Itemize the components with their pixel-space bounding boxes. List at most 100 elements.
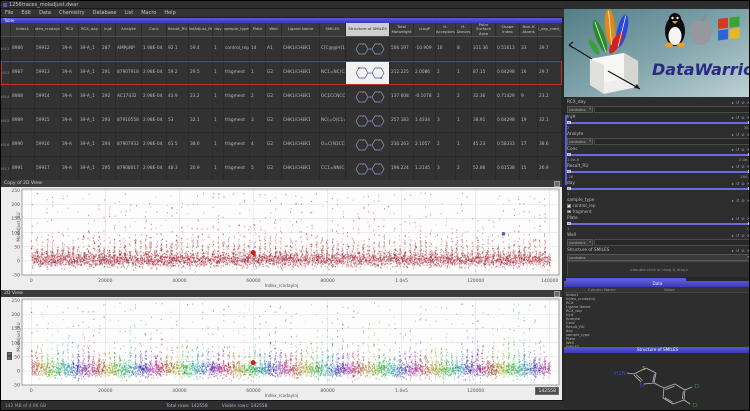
filter-close-icon[interactable]: ✕ xyxy=(747,132,750,137)
operator-dropdown[interactable]: contains▾ xyxy=(567,239,593,246)
filter-close-icon[interactable]: ✕ xyxy=(747,233,750,238)
filter-disable-icon[interactable]: ⊘ xyxy=(741,248,744,253)
checkbox-control_rep[interactable]: ✓ xyxy=(567,204,571,208)
filter-disable-icon[interactable]: ⊘ xyxy=(741,115,744,120)
column-header-structure-of-smiles[interactable]: Structure of SMILES xyxy=(346,23,390,36)
scatter-plot-canvas-bottom[interactable] xyxy=(1,297,562,400)
table-row[interactable]: 5991689905991639-A39-A_1294879079322.98E… xyxy=(1,133,562,157)
table-row[interactable]: 5991489885991439-A39-A_1292AC174322.98E-… xyxy=(1,85,562,109)
filter-reset-icon[interactable]: ↺ xyxy=(736,248,739,253)
filter-disable-icon[interactable]: ⊘ xyxy=(741,164,744,169)
column-header-inj-[interactable]: Inj# xyxy=(101,23,116,36)
filter-reset-icon[interactable]: ↺ xyxy=(736,233,739,238)
range-slider[interactable] xyxy=(567,186,750,191)
column-header-shape-index[interactable]: Shape Index xyxy=(496,23,520,36)
range-slider[interactable] xyxy=(567,221,750,226)
slider-handle-min[interactable] xyxy=(567,121,571,125)
menu-item-database[interactable]: Database xyxy=(93,10,117,16)
filter-reset-icon[interactable]: ↺ xyxy=(736,164,739,169)
operator-dropdown[interactable]: contains▾ xyxy=(567,138,593,145)
filter-animate-icon[interactable]: ▸ xyxy=(732,248,734,253)
filter-animate-icon[interactable]: ▸ xyxy=(732,181,734,186)
filter-reset-icon[interactable]: ↺ xyxy=(736,216,739,221)
filter-animate-icon[interactable]: ▸ xyxy=(732,216,734,221)
menu-item-help[interactable]: Help xyxy=(164,10,175,16)
slider-handle-min[interactable] xyxy=(567,222,571,226)
row-gutter-header[interactable] xyxy=(1,23,11,36)
filter-disable-icon[interactable]: ⊘ xyxy=(741,198,744,203)
filter-text-input[interactable] xyxy=(594,138,750,145)
filter-disable-icon[interactable]: ⊘ xyxy=(741,100,744,105)
range-slider[interactable] xyxy=(567,169,750,174)
menu-item-list[interactable]: List xyxy=(124,10,133,16)
filter-animate-icon[interactable]: ▸ xyxy=(732,115,734,120)
column-header-result-ru[interactable]: Result_RU xyxy=(167,23,189,36)
column-header-rcx-day-med-dev[interactable]: RCX_day_med_dev xyxy=(538,23,562,36)
slider-handle-min[interactable] xyxy=(567,153,571,157)
filter-animate-icon[interactable]: ▸ xyxy=(732,233,734,238)
column-header-index-rcxdayinj[interactable]: Index_rcxdayinj xyxy=(35,23,61,36)
filter-close-icon[interactable]: ✕ xyxy=(747,115,750,120)
range-slider[interactable] xyxy=(567,152,750,157)
filter-animate-icon[interactable]: ▸ xyxy=(732,100,734,105)
table-view-header[interactable]: Table xyxy=(1,18,562,23)
range-slider[interactable] xyxy=(567,120,750,125)
filter-close-icon[interactable]: ✕ xyxy=(747,248,750,253)
menu-item-edit[interactable]: Edit xyxy=(21,10,31,16)
filter-disable-icon[interactable]: ⊘ xyxy=(741,216,744,221)
column-header-smiles[interactable]: SMILES xyxy=(320,23,346,36)
filter-reset-icon[interactable]: ↺ xyxy=(736,147,739,152)
filter-disable-icon[interactable]: ⊘ xyxy=(741,233,744,238)
column-header-moladjust-ru[interactable]: MolAdjust_RU xyxy=(189,23,213,36)
column-header-non-h-atoms[interactable]: Non-H Atoms xyxy=(520,23,538,36)
column-header-index1[interactable]: Index1 xyxy=(11,23,35,36)
table-row[interactable]: 5991389875991339-A39-A_1291879079182.98E… xyxy=(1,61,562,85)
filter-close-icon[interactable]: ✕ xyxy=(747,216,750,221)
column-header-rcx[interactable]: RCX xyxy=(61,23,79,36)
filter-disable-icon[interactable]: ⊘ xyxy=(741,181,744,186)
filter-close-icon[interactable]: ✕ xyxy=(747,100,750,105)
operator-dropdown[interactable]: contains▾ xyxy=(567,106,593,113)
table-row[interactable]: 5991789915991739-A39-A_1295879080172.98E… xyxy=(1,157,562,181)
column-header-ligand-name[interactable]: Ligand Name xyxy=(282,23,320,36)
menu-item-chemistry[interactable]: Chemistry xyxy=(59,10,85,16)
operator-dropdown[interactable]: contains▾ xyxy=(567,254,750,261)
filter-reset-icon[interactable]: ↺ xyxy=(736,132,739,137)
filter-close-icon[interactable]: ✕ xyxy=(747,164,750,169)
filter-disable-icon[interactable]: ⊘ xyxy=(741,147,744,152)
column-header-sample-type[interactable]: sample_type xyxy=(224,23,250,36)
filter-close-icon[interactable]: ✕ xyxy=(747,147,750,152)
column-header-analyte[interactable]: Analyte xyxy=(116,23,142,36)
filter-close-icon[interactable]: ✕ xyxy=(747,198,750,203)
filter-animate-icon[interactable]: ▸ xyxy=(732,147,734,152)
column-header-clogp[interactable]: cLogP xyxy=(414,23,436,36)
table-row[interactable]: 5991289865991239-A39-A_1287AMPpNP1.98E-0… xyxy=(1,37,562,61)
column-header-rcx-day[interactable]: RCX_day xyxy=(79,23,101,36)
column-header-well[interactable]: Well xyxy=(266,23,282,36)
slider-handle-min[interactable] xyxy=(567,187,571,191)
structure-drop-area[interactable]: <double-click or drag & drop> xyxy=(567,261,750,277)
menu-item-file[interactable]: File xyxy=(5,10,13,16)
filter-disable-icon[interactable]: ⊘ xyxy=(741,132,744,137)
filter-text-input[interactable] xyxy=(594,106,750,113)
chart0-header[interactable]: Copy of 2D View xyxy=(1,180,562,187)
scatter-plot-canvas-top[interactable] xyxy=(1,187,562,290)
column-header-h-acceptors[interactable]: H-Acceptors xyxy=(436,23,456,36)
menu-item-data[interactable]: Data xyxy=(39,10,51,16)
filter-animate-icon[interactable]: ▸ xyxy=(732,198,734,203)
filter-text-input[interactable] xyxy=(594,239,750,246)
filter-reset-icon[interactable]: ↺ xyxy=(736,115,739,120)
menu-item-macro[interactable]: Macro xyxy=(141,10,156,16)
filter-animate-icon[interactable]: ▸ xyxy=(732,164,734,169)
filter-reset-icon[interactable]: ↺ xyxy=(736,198,739,203)
filter-close-icon[interactable]: ✕ xyxy=(747,181,750,186)
table-row[interactable]: 5991589895991539-A39-A_1293879105582.98E… xyxy=(1,109,562,133)
checkbox-fragment[interactable]: ✓ xyxy=(567,210,571,214)
filter-reset-icon[interactable]: ↺ xyxy=(736,100,739,105)
filter-animate-icon[interactable]: ▸ xyxy=(732,132,734,137)
chart1-header[interactable]: 2D View xyxy=(1,290,562,297)
column-header-h-donors[interactable]: H-Donors xyxy=(456,23,472,36)
column-header-total-molweight[interactable]: Total Molweight xyxy=(390,23,414,36)
column-header-conc[interactable]: Conc xyxy=(142,23,167,36)
filter-reset-icon[interactable]: ↺ xyxy=(736,181,739,186)
